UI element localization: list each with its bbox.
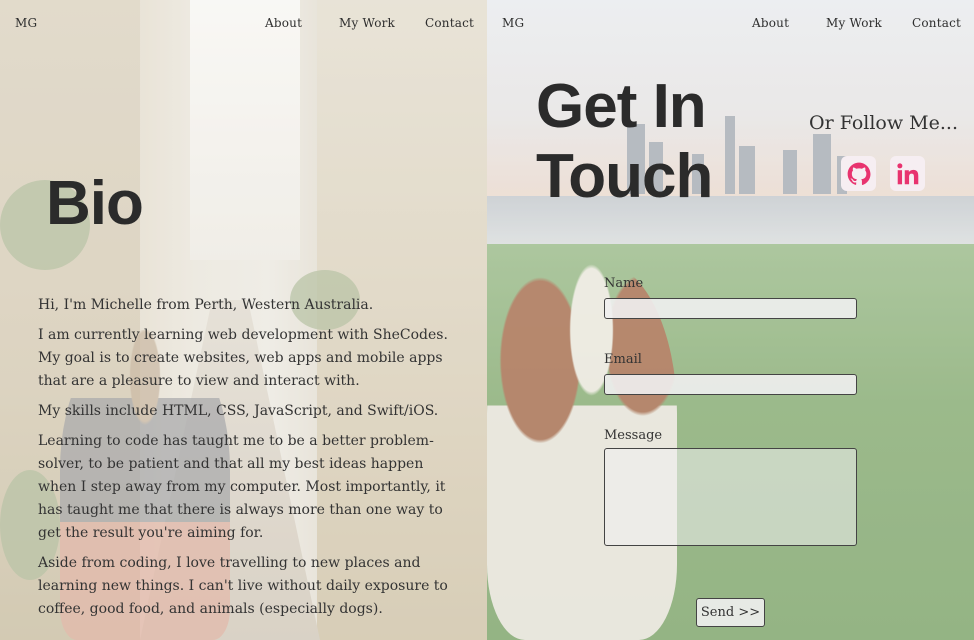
right-nav-my-work[interactable]: My Work bbox=[826, 16, 882, 30]
github-icon bbox=[847, 162, 870, 185]
name-label: Name bbox=[604, 276, 644, 291]
left-nav-my-work[interactable]: My Work bbox=[339, 16, 395, 30]
bio-paragraph: Hi, I'm Michelle from Perth, Western Aus… bbox=[38, 297, 374, 313]
bio-paragraph: My skills include HTML, CSS, JavaScript,… bbox=[38, 403, 439, 419]
bio-text: Hi, I'm Michelle from Perth, Western Aus… bbox=[38, 294, 458, 628]
left-nav-about[interactable]: About bbox=[265, 16, 302, 30]
bio-heading: Bio bbox=[46, 169, 144, 238]
right-logo[interactable]: MG bbox=[502, 16, 524, 30]
get-in-touch-heading: Get In Touch bbox=[536, 72, 756, 212]
follow-me-text: Or Follow Me... bbox=[809, 112, 958, 134]
name-input[interactable] bbox=[604, 298, 857, 319]
heading-line-2: Touch bbox=[536, 142, 713, 211]
email-input[interactable] bbox=[604, 374, 857, 395]
send-button[interactable]: Send >> bbox=[696, 598, 765, 627]
left-nav-contact[interactable]: Contact bbox=[425, 16, 474, 30]
heading-line-1: Get In bbox=[536, 72, 707, 141]
left-logo[interactable]: MG bbox=[15, 16, 37, 30]
bio-paragraph: Learning to code has taught me to be a b… bbox=[38, 433, 446, 541]
right-nav-contact[interactable]: Contact bbox=[912, 16, 961, 30]
email-label: Email bbox=[604, 352, 642, 367]
linkedin-link[interactable] bbox=[890, 156, 925, 191]
right-nav-about[interactable]: About bbox=[752, 16, 789, 30]
linkedin-icon bbox=[896, 162, 918, 184]
bio-paragraph: I am currently learning web development … bbox=[38, 327, 448, 389]
message-textarea[interactable] bbox=[604, 448, 857, 546]
bio-paragraph: Aside from coding, I love travelling to … bbox=[38, 555, 448, 617]
message-label: Message bbox=[604, 428, 663, 443]
github-link[interactable] bbox=[841, 156, 876, 191]
